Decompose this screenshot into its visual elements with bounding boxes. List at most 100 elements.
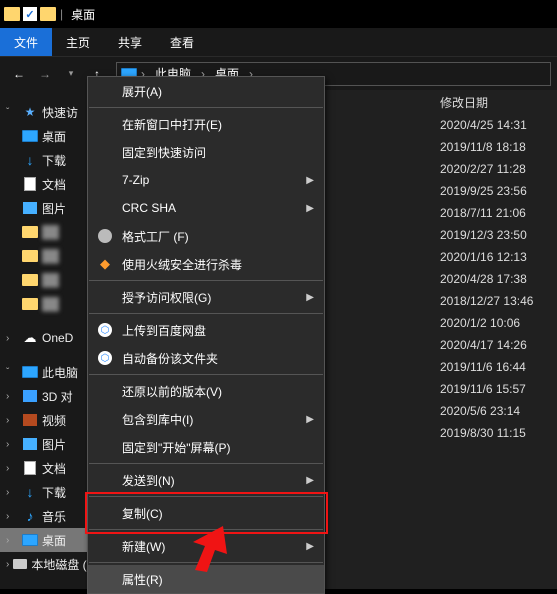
menu-pin-start[interactable]: 固定到"开始"屏幕(P) bbox=[88, 433, 324, 461]
sidebar-desktop2[interactable]: ›桌面 bbox=[0, 528, 100, 552]
sidebar-folder[interactable]: ██ bbox=[0, 292, 100, 316]
chevron-right-icon[interactable]: › bbox=[6, 559, 9, 570]
folder-icon bbox=[22, 273, 38, 287]
baidu-icon: ⬡ bbox=[96, 321, 114, 339]
menu-open-new-window[interactable]: 在新窗口中打开(E) bbox=[88, 110, 324, 138]
document-icon bbox=[22, 177, 38, 191]
menu-separator bbox=[89, 529, 323, 530]
chevron-right-icon[interactable]: › bbox=[6, 439, 18, 450]
menu-include-library[interactable]: 包含到库中(I)▶ bbox=[88, 405, 324, 433]
chevron-right-icon[interactable]: › bbox=[6, 535, 18, 546]
file-date: 2020/4/25 14:31 bbox=[440, 118, 527, 132]
chevron-right-icon[interactable]: › bbox=[6, 511, 18, 522]
sidebar-video[interactable]: ›视频 bbox=[0, 408, 100, 432]
menu-baidu-backup[interactable]: ⬡自动备份该文件夹 bbox=[88, 344, 324, 372]
column-modified[interactable]: 修改日期 bbox=[440, 94, 488, 111]
chevron-right-icon[interactable]: › bbox=[6, 463, 18, 474]
chevron-right-icon[interactable]: › bbox=[6, 487, 18, 498]
file-date: 2019/9/25 23:56 bbox=[440, 184, 527, 198]
menu-copy[interactable]: 复制(C) bbox=[88, 499, 324, 527]
tab-home[interactable]: 主页 bbox=[52, 28, 104, 56]
picture-icon bbox=[22, 201, 38, 215]
chevron-down-icon[interactable]: ˇ bbox=[6, 367, 18, 378]
menu-new[interactable]: 新建(W)▶ bbox=[88, 532, 324, 560]
file-date: 2018/7/11 21:06 bbox=[440, 206, 526, 220]
chevron-right-icon[interactable]: › bbox=[6, 391, 18, 402]
menu-separator bbox=[89, 374, 323, 375]
chevron-down-icon[interactable]: ˇ bbox=[6, 107, 18, 118]
file-date: 2019/12/3 23:50 bbox=[440, 228, 527, 242]
sidebar-downloads2[interactable]: ›↓下载 bbox=[0, 480, 100, 504]
sidebar-item-label: 文档 bbox=[42, 460, 66, 477]
sidebar-pictures[interactable]: 图片 bbox=[0, 196, 100, 220]
menu-expand[interactable]: 展开(A) bbox=[88, 77, 324, 105]
sidebar-music[interactable]: ›♪音乐 bbox=[0, 504, 100, 528]
menu-baidu-upload[interactable]: ⬡上传到百度网盘 bbox=[88, 316, 324, 344]
tab-share[interactable]: 共享 bbox=[104, 28, 156, 56]
back-button[interactable]: ← bbox=[6, 61, 32, 87]
menu-separator bbox=[89, 463, 323, 464]
sidebar: ˇ★快速访 桌面 ↓下载 文档 图片 ██ ██ ██ ██ ›☁OneD ˇ此… bbox=[0, 90, 100, 589]
cloud-icon: ☁ bbox=[22, 331, 38, 345]
monitor-icon bbox=[22, 533, 38, 547]
sidebar-item-label: 文档 bbox=[42, 176, 66, 193]
context-menu: 展开(A) 在新窗口中打开(E) 固定到快速访问 7-Zip▶ CRC SHA▶… bbox=[87, 76, 325, 594]
menu-grant-access[interactable]: 授予访问权限(G)▶ bbox=[88, 283, 324, 311]
menu-format-factory[interactable]: 格式工厂 (F) bbox=[88, 222, 324, 250]
sidebar-item-label: 此电脑 bbox=[42, 364, 78, 381]
file-date: 2020/4/17 14:26 bbox=[440, 338, 527, 352]
chevron-right-icon[interactable]: › bbox=[6, 333, 18, 344]
sidebar-downloads[interactable]: ↓下载 bbox=[0, 148, 100, 172]
file-date: 2019/11/6 15:57 bbox=[440, 382, 526, 396]
file-date: 2018/12/27 13:46 bbox=[440, 294, 533, 308]
sidebar-thispc[interactable]: ˇ 此电脑 bbox=[0, 360, 100, 384]
menu-separator bbox=[89, 562, 323, 563]
menu-huorong-scan[interactable]: ◆使用火绒安全进行杀毒 bbox=[88, 250, 324, 278]
menu-separator bbox=[89, 107, 323, 108]
folder-icon bbox=[4, 6, 20, 22]
folder-icon bbox=[22, 297, 38, 311]
video-icon bbox=[22, 413, 38, 427]
menu-restore-previous[interactable]: 还原以前的版本(V) bbox=[88, 377, 324, 405]
sidebar-item-label: 3D 对 bbox=[42, 388, 73, 405]
sidebar-documents[interactable]: 文档 bbox=[0, 172, 100, 196]
menu-crcsha[interactable]: CRC SHA▶ bbox=[88, 194, 324, 222]
sidebar-documents2[interactable]: › 文档 bbox=[0, 456, 100, 480]
title-bar: ✓ | 桌面 bbox=[0, 0, 557, 28]
file-date: 2020/4/28 17:38 bbox=[440, 272, 527, 286]
file-date: 2020/5/6 23:14 bbox=[440, 404, 520, 418]
picture-icon bbox=[22, 437, 38, 451]
sidebar-item-label: 桌面 bbox=[42, 128, 66, 145]
recent-dropdown[interactable]: ▾ bbox=[58, 61, 84, 87]
tab-file[interactable]: 文件 bbox=[0, 28, 52, 56]
sidebar-folder[interactable]: ██ bbox=[0, 268, 100, 292]
sidebar-folder[interactable]: ██ bbox=[0, 220, 100, 244]
sidebar-item-label: OneD bbox=[42, 331, 73, 345]
download-icon: ↓ bbox=[22, 153, 38, 167]
folder-icon bbox=[40, 6, 56, 22]
sidebar-item-label: 图片 bbox=[42, 436, 66, 453]
sidebar-pictures2[interactable]: › 图片 bbox=[0, 432, 100, 456]
forward-button[interactable]: → bbox=[32, 61, 58, 87]
chevron-right-icon: ▶ bbox=[306, 292, 314, 303]
menu-pin-quick-access[interactable]: 固定到快速访问 bbox=[88, 138, 324, 166]
checkbox-icon[interactable]: ✓ bbox=[22, 6, 38, 22]
tab-view[interactable]: 查看 bbox=[156, 28, 208, 56]
document-icon bbox=[22, 461, 38, 475]
sidebar-localdisk[interactable]: ›本地磁盘 (C:) bbox=[0, 552, 100, 576]
disk-icon bbox=[13, 557, 27, 571]
menu-send-to[interactable]: 发送到(N)▶ bbox=[88, 466, 324, 494]
music-icon: ♪ bbox=[22, 509, 38, 523]
chevron-right-icon[interactable]: › bbox=[6, 415, 18, 426]
sidebar-desktop[interactable]: 桌面 bbox=[0, 124, 100, 148]
folder-icon bbox=[22, 249, 38, 263]
menu-7zip[interactable]: 7-Zip▶ bbox=[88, 166, 324, 194]
window-title: 桌面 bbox=[71, 6, 95, 23]
sidebar-quick-access[interactable]: ˇ★快速访 bbox=[0, 100, 100, 124]
sidebar-3dobjects[interactable]: › 3D 对 bbox=[0, 384, 100, 408]
sidebar-item-label: 下载 bbox=[42, 484, 66, 501]
sidebar-onedrive[interactable]: › ☁ OneD bbox=[0, 326, 100, 350]
menu-separator bbox=[89, 496, 323, 497]
sidebar-folder[interactable]: ██ bbox=[0, 244, 100, 268]
chevron-right-icon: ▶ bbox=[306, 175, 314, 186]
